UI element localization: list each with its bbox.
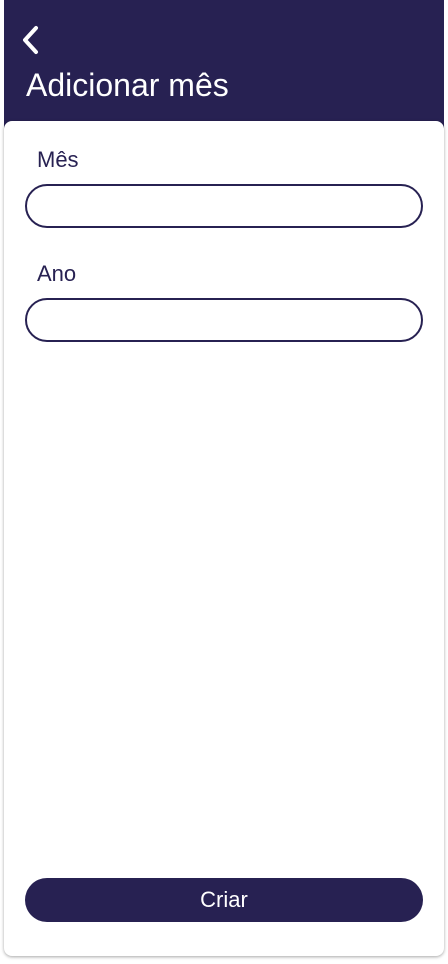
form-card: Mês Ano Criar xyxy=(4,121,444,956)
page-title: Adicionar mês xyxy=(26,67,229,103)
chevron-left-icon xyxy=(23,26,38,54)
year-input[interactable] xyxy=(25,298,423,342)
month-input[interactable] xyxy=(25,184,423,228)
year-label: Ano xyxy=(37,261,77,286)
add-month-screen: Adicionar mês Mês Ano Criar xyxy=(0,0,448,964)
app-header: Adicionar mês xyxy=(4,0,444,140)
back-button[interactable] xyxy=(20,20,56,60)
create-button[interactable]: Criar xyxy=(25,878,423,922)
month-label: Mês xyxy=(37,147,79,172)
